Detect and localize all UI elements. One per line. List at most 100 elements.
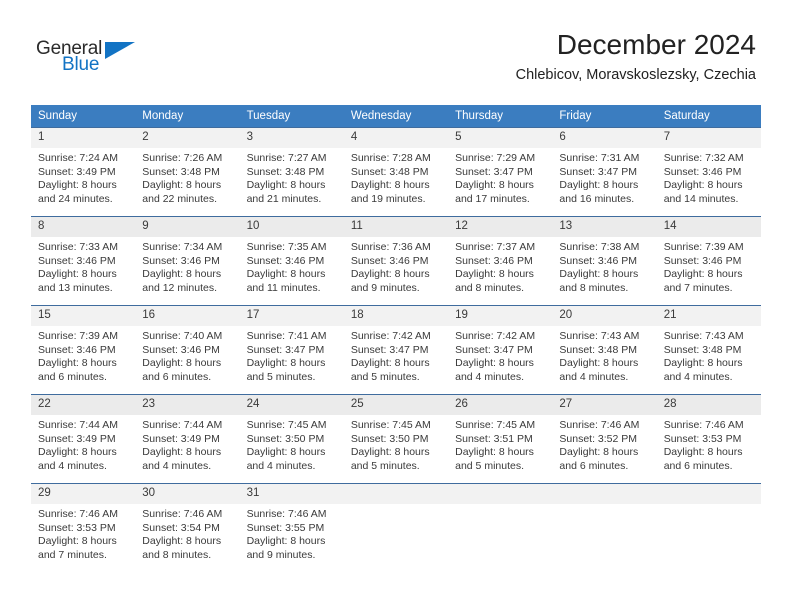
sunrise-time: Sunrise: 7:44 AM xyxy=(142,419,223,431)
calendar-day-cell[interactable]: 4 Sunrise: 7:28 AM Sunset: 3:48 PM Daylight… xyxy=(343,127,449,217)
daylight-duration-line-2: and 16 minutes. xyxy=(559,192,635,205)
daylight-duration-line-2: and 4 minutes. xyxy=(663,370,733,383)
calendar-day-cell[interactable]: 19 Sunrise: 7:42 AM Sunset: 3:47 PM Dayligh… xyxy=(448,305,553,395)
calendar-day-cell[interactable]: 23 Sunrise: 7:44 AM Sunset: 3:49 PM Dayligh… xyxy=(135,394,240,484)
sunrise-time: Sunrise: 7:44 AM xyxy=(38,419,118,431)
sunset-time: Sunset: 3:51 PM xyxy=(455,432,533,445)
day-details: Sunrise: 7:45 AM Sunset: 3:50 PM Daylight:… xyxy=(344,415,448,473)
sunset-time: Sunset: 3:49 PM xyxy=(38,165,116,178)
weekday-header-wednesday: Wednesday xyxy=(343,105,449,128)
calendar-day-cell[interactable]: 12 Sunrise: 7:37 AM Sunset: 3:46 PM Dayligh… xyxy=(448,216,553,306)
calendar-day-cell[interactable]: 29 Sunrise: 7:46 AM Sunset: 3:53 PM Dayligh… xyxy=(31,483,136,573)
calendar-day-cell[interactable]: 25 Sunrise: 7:45 AM Sunset: 3:50 PM Dayligh… xyxy=(343,394,449,484)
sunrise-time: Sunrise: 7:40 AM xyxy=(142,330,223,342)
calendar-day-cell-empty xyxy=(656,483,761,573)
calendar-day-cell[interactable]: 26 Sunrise: 7:45 AM Sunset: 3:51 PM Dayligh… xyxy=(448,394,553,484)
sunrise-time: Sunrise: 7:45 AM xyxy=(350,419,431,431)
daylight-duration-line-1: Daylight: 8 hours xyxy=(559,268,639,281)
calendar-day-cell[interactable]: 28 Sunrise: 7:46 AM Sunset: 3:53 PM Dayligh… xyxy=(656,394,761,484)
calendar-day-cell[interactable]: 14 Sunrise: 7:39 AM Sunset: 3:46 PM Dayligh… xyxy=(656,216,761,306)
calendar-day-cell[interactable]: 1 Sunrise: 7:24 AM Sunset: 3:49 PM Daylight… xyxy=(31,127,136,217)
calendar-day-cell[interactable]: 20 Sunrise: 7:43 AM Sunset: 3:48 PM Dayligh… xyxy=(552,305,657,395)
daylight-duration-line-1: Daylight: 8 hours xyxy=(455,268,534,281)
calendar-day-cell[interactable]: 9 Sunrise: 7:34 AM Sunset: 3:46 PM Daylight… xyxy=(135,216,240,306)
weekday-header-saturday: Saturday xyxy=(656,105,761,128)
calendar-week-row: 22 Sunrise: 7:44 AM Sunset: 3:49 PM Dayligh… xyxy=(31,394,761,484)
calendar-day-cell[interactable]: 2 Sunrise: 7:26 AM Sunset: 3:48 PM Daylight… xyxy=(135,127,240,217)
calendar-day-cell[interactable]: 11 Sunrise: 7:36 AM Sunset: 3:46 PM Dayligh… xyxy=(343,216,449,306)
general-blue-logo[interactable]: General Blue xyxy=(36,38,156,80)
calendar-day-cell[interactable]: 7 Sunrise: 7:32 AM Sunset: 3:46 PM Daylight… xyxy=(656,127,761,217)
day-number: 30 xyxy=(135,484,240,504)
calendar-day-cell[interactable]: 6 Sunrise: 7:31 AM Sunset: 3:47 PM Daylight… xyxy=(552,127,657,217)
day-number: 6 xyxy=(552,128,657,148)
day-details: Sunrise: 7:36 AM Sunset: 3:46 PM Daylight:… xyxy=(344,237,448,295)
daylight-duration-line-2: and 5 minutes. xyxy=(350,459,420,472)
calendar-day-cell[interactable]: 21 Sunrise: 7:43 AM Sunset: 3:48 PM Dayligh… xyxy=(656,305,761,395)
day-number: 17 xyxy=(239,306,344,326)
daylight-duration-line-2: and 6 minutes. xyxy=(559,459,629,472)
daylight-duration-line-2: and 9 minutes. xyxy=(246,548,316,561)
day-details: Sunrise: 7:37 AM Sunset: 3:46 PM Daylight:… xyxy=(448,237,552,295)
day-details: Sunrise: 7:32 AM Sunset: 3:46 PM Daylight:… xyxy=(657,148,761,206)
sunrise-time: Sunrise: 7:46 AM xyxy=(663,419,744,431)
day-details: Sunrise: 7:45 AM Sunset: 3:51 PM Daylight:… xyxy=(448,415,552,473)
calendar-day-cell[interactable]: 31 Sunrise: 7:46 AM Sunset: 3:55 PM Dayligh… xyxy=(239,483,344,573)
daylight-duration-line-2: and 6 minutes. xyxy=(142,370,212,383)
sunset-time: Sunset: 3:46 PM xyxy=(142,343,220,356)
day-number: 15 xyxy=(31,306,136,326)
daylight-duration-line-1: Daylight: 8 hours xyxy=(350,179,430,192)
sunset-time: Sunset: 3:47 PM xyxy=(455,165,533,178)
sunset-time: Sunset: 3:47 PM xyxy=(455,343,533,356)
day-number: 8 xyxy=(31,217,136,237)
sunrise-time: Sunrise: 7:32 AM xyxy=(663,152,744,164)
day-number: 21 xyxy=(656,306,761,326)
calendar-day-cell[interactable]: 16 Sunrise: 7:40 AM Sunset: 3:46 PM Dayligh… xyxy=(135,305,240,395)
daylight-duration-line-2: and 14 minutes. xyxy=(663,192,739,205)
sunset-time: Sunset: 3:46 PM xyxy=(246,254,325,267)
daylight-duration-line-2: and 6 minutes. xyxy=(663,459,733,472)
day-number: 14 xyxy=(656,217,761,237)
daylight-duration-line-2: and 8 minutes. xyxy=(455,281,525,294)
sunrise-time: Sunrise: 7:24 AM xyxy=(38,152,118,164)
calendar-day-cell[interactable]: 17 Sunrise: 7:41 AM Sunset: 3:47 PM Dayligh… xyxy=(239,305,344,395)
sunset-time: Sunset: 3:52 PM xyxy=(559,432,638,445)
daylight-duration-line-1: Daylight: 8 hours xyxy=(142,357,222,370)
sunrise-time: Sunrise: 7:46 AM xyxy=(246,508,327,520)
sunset-time: Sunset: 3:46 PM xyxy=(38,254,116,267)
calendar-day-cell[interactable]: 27 Sunrise: 7:46 AM Sunset: 3:52 PM Dayligh… xyxy=(552,394,657,484)
day-details: Sunrise: 7:42 AM Sunset: 3:47 PM Daylight:… xyxy=(448,326,552,384)
calendar-day-cell[interactable]: 10 Sunrise: 7:35 AM Sunset: 3:46 PM Dayligh… xyxy=(239,216,344,306)
daylight-duration-line-1: Daylight: 8 hours xyxy=(246,446,326,459)
weekday-header-monday: Monday xyxy=(135,105,240,128)
calendar-page: General Blue December 2024 Chlebicov, Mo… xyxy=(0,0,792,612)
daylight-duration-line-2: and 11 minutes. xyxy=(246,281,321,294)
daylight-duration-line-2: and 4 minutes. xyxy=(559,370,629,383)
calendar-day-cell[interactable]: 22 Sunrise: 7:44 AM Sunset: 3:49 PM Dayligh… xyxy=(31,394,136,484)
calendar-day-cell[interactable]: 5 Sunrise: 7:29 AM Sunset: 3:47 PM Daylight… xyxy=(448,127,553,217)
sunrise-time: Sunrise: 7:28 AM xyxy=(350,152,431,164)
logo-triangle-icon xyxy=(105,42,135,59)
calendar-day-cell[interactable]: 18 Sunrise: 7:42 AM Sunset: 3:47 PM Dayligh… xyxy=(343,305,449,395)
sunrise-time: Sunrise: 7:43 AM xyxy=(663,330,744,342)
calendar-day-cell[interactable]: 24 Sunrise: 7:45 AM Sunset: 3:50 PM Dayligh… xyxy=(239,394,344,484)
daylight-duration-line-1: Daylight: 8 hours xyxy=(663,357,743,370)
day-number: 13 xyxy=(552,217,657,237)
calendar-day-cell[interactable]: 8 Sunrise: 7:33 AM Sunset: 3:46 PM Daylight… xyxy=(31,216,136,306)
page-header: General Blue December 2024 Chlebicov, Mo… xyxy=(0,0,792,83)
daylight-duration-line-2: and 7 minutes. xyxy=(38,548,107,561)
calendar-day-cell[interactable]: 3 Sunrise: 7:27 AM Sunset: 3:48 PM Daylight… xyxy=(239,127,344,217)
day-number: 4 xyxy=(343,128,449,148)
day-details: Sunrise: 7:41 AM Sunset: 3:47 PM Daylight:… xyxy=(240,326,344,384)
calendar-day-cell[interactable]: 30 Sunrise: 7:46 AM Sunset: 3:54 PM Dayligh… xyxy=(135,483,240,573)
sunrise-time: Sunrise: 7:45 AM xyxy=(455,419,536,431)
sunrise-time: Sunrise: 7:34 AM xyxy=(142,241,223,253)
weekday-header-thursday: Thursday xyxy=(448,105,553,128)
daylight-duration-line-2: and 6 minutes. xyxy=(38,370,107,383)
day-details: Sunrise: 7:27 AM Sunset: 3:48 PM Daylight:… xyxy=(240,148,344,206)
calendar-day-cell[interactable]: 13 Sunrise: 7:38 AM Sunset: 3:46 PM Dayligh… xyxy=(552,216,657,306)
sunrise-time: Sunrise: 7:42 AM xyxy=(350,330,431,342)
day-number: 7 xyxy=(656,128,761,148)
calendar-day-cell[interactable]: 15 Sunrise: 7:39 AM Sunset: 3:46 PM Dayligh… xyxy=(31,305,136,395)
daylight-duration-line-1: Daylight: 8 hours xyxy=(38,268,117,281)
